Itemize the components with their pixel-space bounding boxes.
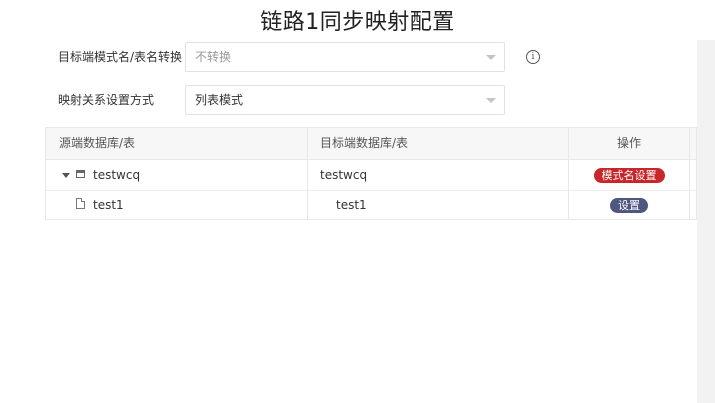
mapping-mode-select[interactable]: 列表模式	[185, 85, 505, 115]
divider	[689, 128, 690, 159]
schema-convert-value: 不转换	[195, 50, 232, 64]
divider	[307, 160, 308, 190]
header-ops: 操作	[616, 136, 641, 150]
mapping-mode-label: 映射关系设置方式	[58, 93, 155, 107]
mapping-table: 源端数据库/表 目标端数据库/表 操作 testwcq testwcq 模式名设…	[45, 127, 697, 220]
row-source: test1	[93, 198, 124, 212]
mapping-mode-value: 列表模式	[195, 93, 244, 107]
info-icon[interactable]: i	[526, 50, 540, 64]
expand-triangle-icon[interactable]	[62, 173, 70, 178]
divider	[307, 128, 308, 159]
row-ops: 模式名设置	[569, 160, 689, 190]
row-target: test1	[336, 198, 367, 212]
table-setting-button[interactable]: 设置	[610, 198, 648, 213]
divider	[689, 160, 690, 190]
schema-setting-button[interactable]: 模式名设置	[593, 168, 665, 183]
divider	[689, 190, 690, 220]
schema-convert-label: 目标端模式名/表名转换	[58, 50, 183, 64]
table-row: test1 test1 设置	[46, 190, 696, 220]
table-row: testwcq testwcq 模式名设置	[46, 160, 696, 191]
database-icon	[76, 170, 85, 178]
table-header: 源端数据库/表 目标端数据库/表 操作	[46, 128, 696, 160]
schema-convert-select[interactable]: 不转换	[185, 42, 505, 72]
file-icon	[76, 198, 85, 209]
divider	[307, 190, 308, 220]
row-target: testwcq	[320, 168, 368, 182]
caret-down-icon	[486, 98, 496, 103]
vertical-scrollbar[interactable]	[697, 40, 715, 403]
header-source: 源端数据库/表	[59, 136, 136, 150]
caret-down-icon	[486, 55, 496, 60]
row-source: testwcq	[93, 168, 141, 182]
row-ops: 设置	[569, 190, 689, 220]
page-title: 链路1同步映射配置	[260, 10, 455, 35]
header-target: 目标端数据库/表	[320, 136, 409, 150]
